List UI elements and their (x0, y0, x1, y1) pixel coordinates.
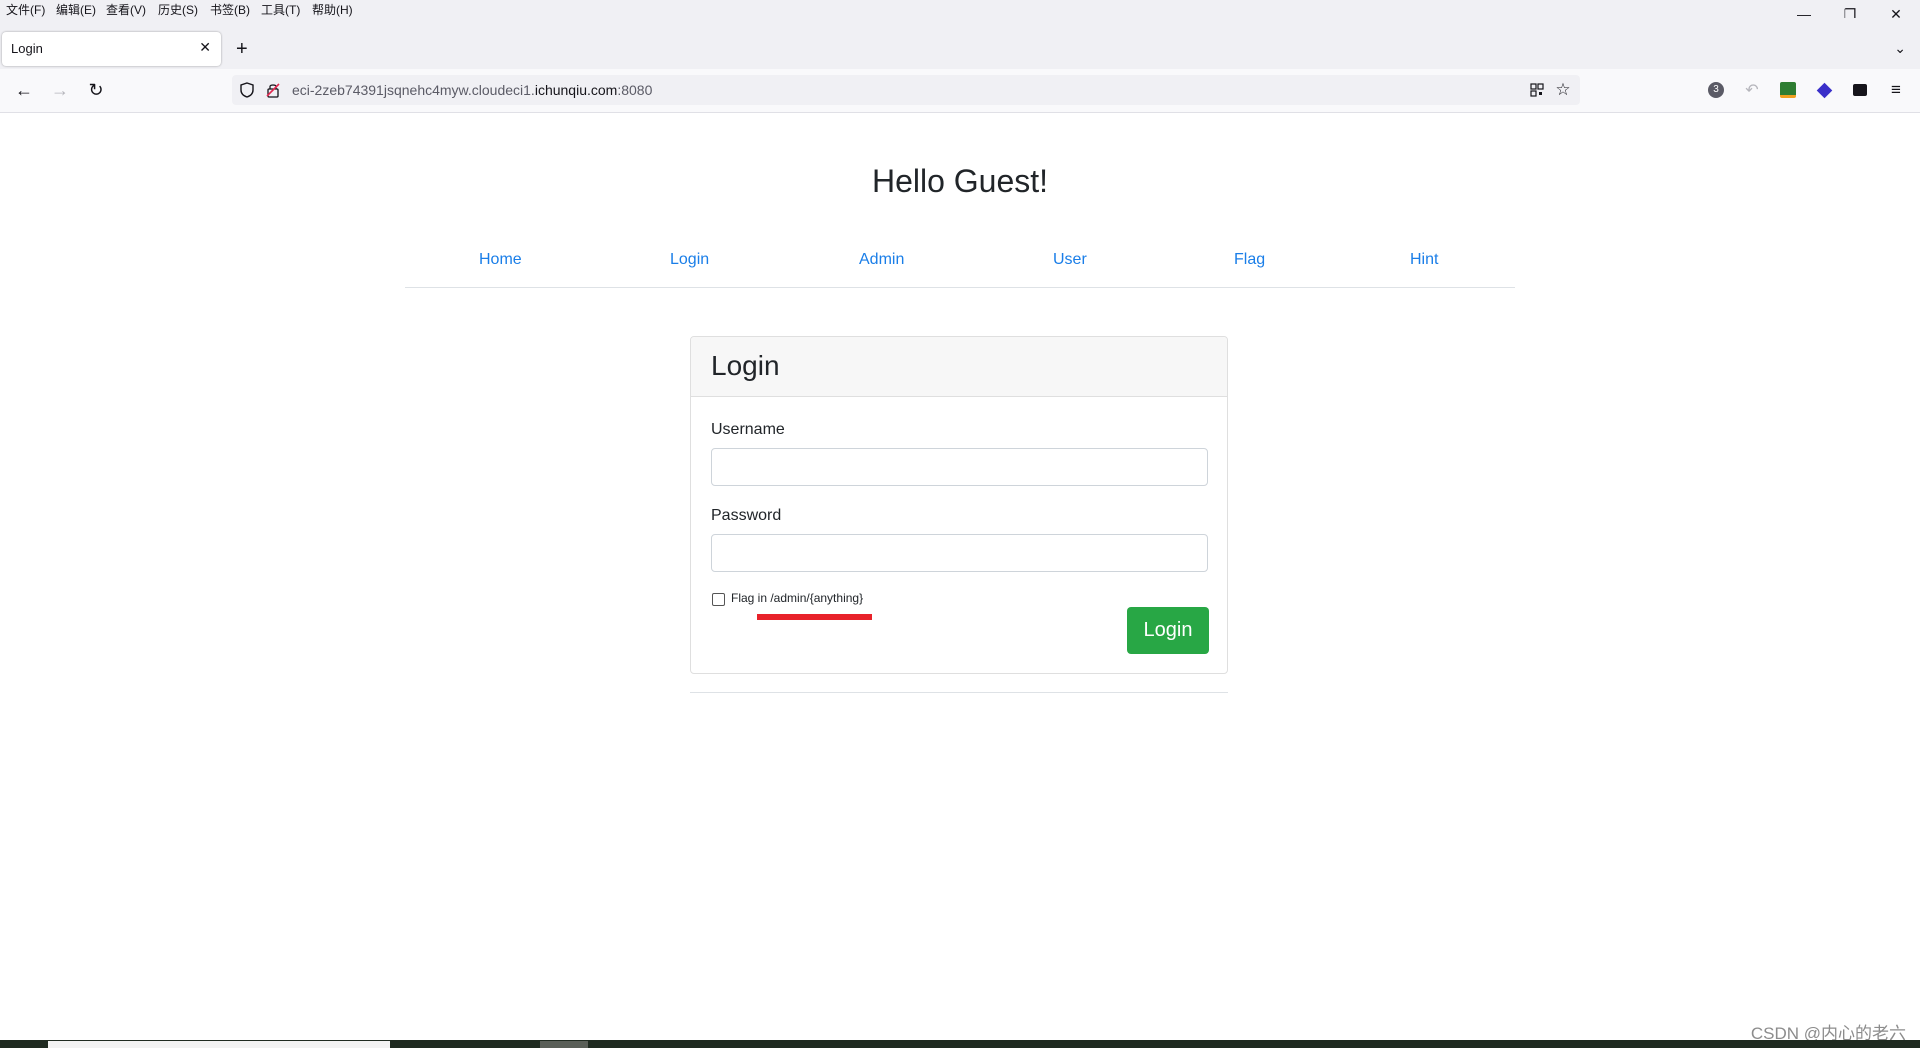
url-text[interactable]: eci-2zeb74391jsqnehc4myw.cloudeci1.ichun… (292, 82, 652, 98)
bookmark-star-icon[interactable]: ☆ (1554, 80, 1572, 99)
url-bar[interactable]: eci-2zeb74391jsqnehc4myw.cloudeci1.ichun… (232, 75, 1580, 105)
menu-tools[interactable]: 工具(T) (261, 1, 300, 18)
extensions-count-badge[interactable]: 3 (1706, 80, 1726, 100)
new-tab-button[interactable]: + (236, 39, 248, 59)
menu-help[interactable]: 帮助(H) (312, 1, 353, 18)
insecure-lock-icon[interactable] (264, 81, 282, 99)
nav-link-hint[interactable]: Hint (1410, 251, 1438, 269)
red-annotation-underline (757, 614, 872, 620)
menu-file[interactable]: 文件(F) (6, 1, 45, 18)
menu-edit[interactable]: 编辑(E) (56, 1, 96, 18)
page-heading: Hello Guest! (871, 163, 1049, 199)
hamburger-menu-icon[interactable]: ≡ (1886, 80, 1906, 100)
tab-login[interactable]: Login ✕ (2, 32, 221, 66)
nav-link-user[interactable]: User (1053, 251, 1087, 269)
reload-button[interactable]: ↻ (85, 79, 107, 101)
navigation-toolbar: ← → ↻ eci-2zeb74391jsqnehc4myw.cloudeci1… (0, 69, 1920, 113)
password-input[interactable] (711, 534, 1208, 572)
reply-arrow-icon[interactable]: ↶ (1742, 80, 1762, 100)
taskbar-item (48, 1041, 390, 1048)
login-card: Login Username Password Flag in /admin/{… (690, 336, 1228, 674)
extension-diamond-icon[interactable] (1814, 80, 1834, 100)
nav-link-home[interactable]: Home (479, 251, 522, 269)
forward-button[interactable]: → (49, 79, 71, 101)
hackbar-extension-icon[interactable] (1778, 80, 1798, 100)
url-domain: ichunqiu.com (534, 82, 618, 98)
back-button[interactable]: ← (13, 79, 35, 101)
url-port: :8080 (617, 82, 653, 98)
content-divider (690, 692, 1228, 693)
taskbar-item (540, 1041, 588, 1048)
username-input[interactable] (711, 448, 1208, 486)
flag-checkbox-label: Flag in /admin/{anything} (731, 591, 864, 605)
menu-view[interactable]: 查看(V) (106, 1, 146, 18)
password-label: Password (711, 507, 782, 524)
tab-strip: Login ✕ + ⌄ (0, 18, 1920, 69)
taskbar-strip (0, 1040, 1920, 1048)
list-all-tabs-icon[interactable]: ⌄ (1894, 40, 1906, 57)
url-prefix: eci-2zeb74391jsqnehc4myw.cloudeci1. (292, 82, 535, 98)
tracking-protection-shield-icon[interactable] (238, 81, 256, 99)
extension-container-icon[interactable] (1850, 80, 1870, 100)
flag-checkbox[interactable] (712, 593, 725, 606)
site-navigation: Home Login Admin User Flag Hint (405, 240, 1515, 288)
nav-link-login[interactable]: Login (670, 251, 709, 269)
menu-history[interactable]: 历史(S) (158, 1, 198, 18)
tab-title: Login (11, 41, 43, 56)
qr-code-icon[interactable] (1528, 81, 1546, 99)
menu-bar: 文件(F) 编辑(E) 查看(V) 历史(S) 书签(B) 工具(T) 帮助(H… (0, 0, 1920, 22)
nav-link-admin[interactable]: Admin (859, 251, 904, 269)
login-submit-button[interactable]: Login (1127, 607, 1209, 654)
close-tab-icon[interactable]: ✕ (199, 39, 211, 56)
username-label: Username (711, 421, 785, 438)
card-header: Login (691, 337, 1227, 397)
nav-link-flag[interactable]: Flag (1234, 251, 1265, 269)
menu-bookmarks[interactable]: 书签(B) (210, 1, 250, 18)
card-title: Login (711, 350, 780, 381)
